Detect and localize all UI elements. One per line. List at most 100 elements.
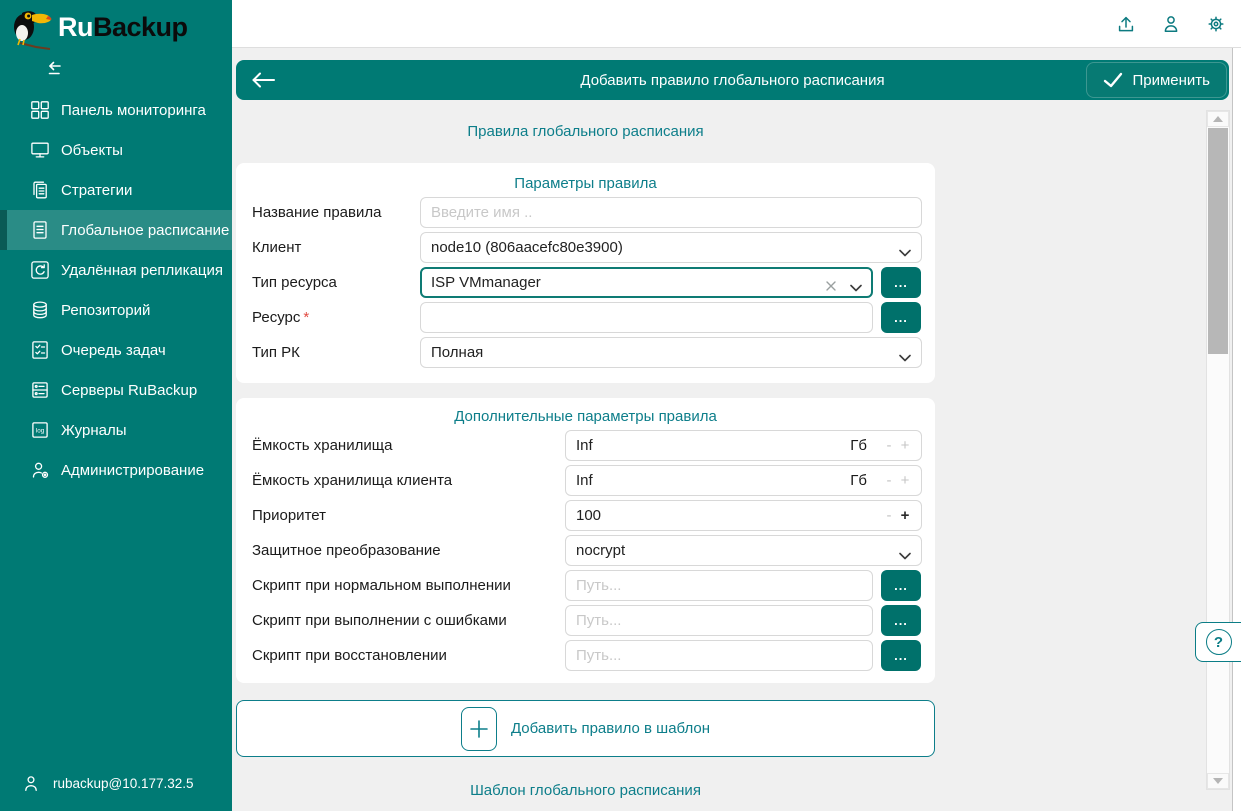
script-restore-row: Скрипт при восстановлении ... [236,638,935,673]
check-icon [1103,72,1123,88]
rule-params-title: Параметры правила [236,163,935,195]
sidebar-item-servers[interactable]: Серверы RuBackup [0,370,232,410]
required-mark: * [303,309,309,326]
rule-name-input[interactable] [421,198,921,227]
script-restore-browse-button[interactable]: ... [881,640,921,671]
section-title-template: Шаблон глобального расписания [236,782,935,799]
decrement-button[interactable]: - [881,437,897,454]
sidebar-item-strategies[interactable]: Стратегии [0,170,232,210]
svg-text:log: log [36,427,45,434]
plus-icon [461,707,497,751]
rule-params-card: Параметры правила Название правила Клиен… [236,163,935,383]
priority-spinbox[interactable]: 100 - + [565,500,922,531]
script-success-label: Скрипт при нормальном выполнении [252,568,511,603]
scroll-down-button[interactable] [1207,773,1229,789]
sidebar-item-administration[interactable]: Администрирование [0,450,232,490]
backup-type-label: Тип РК [252,335,300,370]
repository-icon [30,300,50,320]
crypto-select[interactable]: nocrypt [565,535,922,566]
sidebar-item-label: Журналы [61,422,127,439]
storage-capacity-spinbox[interactable]: Inf Гб - + [565,430,922,461]
chevron-down-icon [899,244,911,252]
increment-button[interactable]: + [897,437,913,454]
sidebar-item-label: Стратегии [61,182,132,199]
upload-icon[interactable] [1115,13,1137,35]
script-restore-input[interactable] [566,641,872,670]
sidebar-item-dashboard[interactable]: Панель мониторинга [0,90,232,130]
sidebar-item-task-queue[interactable]: Очередь задач [0,330,232,370]
add-rule-to-template-label: Добавить правило в шаблон [511,720,710,737]
resource-type-combo[interactable]: ISP VMmanager [420,267,873,298]
client-storage-capacity-row: Ёмкость хранилища клиента Inf Гб - + [236,463,935,498]
question-mark-icon: ? [1206,629,1232,655]
sidebar-footer[interactable]: rubackup@10.177.32.5 [0,763,232,803]
toucan-logo-icon [6,3,54,51]
script-error-browse-button[interactable]: ... [881,605,921,636]
replication-icon [30,260,50,280]
resource-browse-button[interactable]: ... [881,302,921,333]
client-storage-capacity-spinbox[interactable]: Inf Гб - + [565,465,922,496]
sidebar-item-label: Репозиторий [61,302,150,319]
chevron-down-icon [899,547,911,555]
apply-button-label: Применить [1132,72,1210,89]
sidebar-collapse-icon[interactable] [44,58,66,80]
increment-button[interactable]: + [897,472,913,489]
storage-capacity-label: Ёмкость хранилища [252,428,392,463]
resource-row: Ресурс* ... [236,300,935,335]
help-button[interactable]: ? [1195,622,1241,662]
script-error-input[interactable] [566,606,872,635]
settings-icon[interactable] [1205,13,1227,35]
clear-icon[interactable] [826,278,836,288]
script-success-row: Скрипт при нормальном выполнении ... [236,568,935,603]
script-success-input-wrap [565,570,873,601]
script-success-input[interactable] [566,571,872,600]
script-error-label: Скрипт при выполнении с ошибками [252,603,507,638]
user-icon[interactable] [1160,13,1182,35]
crypto-row: Защитное преобразование nocrypt [236,533,935,568]
rule-name-row: Название правила [236,195,935,230]
resource-input[interactable] [421,303,872,332]
sidebar-item-label: Администрирование [61,462,204,479]
add-rule-to-template-button[interactable]: Добавить правило в шаблон [236,700,935,757]
scrollbar-thumb[interactable] [1208,128,1228,354]
sidebar-item-repository[interactable]: Репозиторий [0,290,232,330]
decrement-button[interactable]: - [881,507,897,524]
script-restore-label: Скрипт при восстановлении [252,638,447,673]
resource-type-browse-button[interactable]: ... [881,267,921,298]
chevron-down-icon[interactable] [850,279,862,287]
script-success-browse-button[interactable]: ... [881,570,921,601]
client-select-value: node10 (806aacefc80e3900) [431,239,899,256]
additional-params-card: Дополнительные параметры правила Ёмкость… [236,398,935,683]
sidebar: RuBackup Панель мониторинга Объекты Стра… [0,0,232,811]
chevron-down-icon [899,349,911,357]
resource-input-wrap [420,302,873,333]
priority-row: Приоритет 100 - + [236,498,935,533]
sidebar-item-global-schedule[interactable]: Глобальное расписание [0,210,232,250]
sidebar-item-label: Глобальное расписание [61,222,229,239]
decrement-button[interactable]: - [881,472,897,489]
script-restore-input-wrap [565,640,873,671]
apply-button[interactable]: Применить [1086,62,1227,98]
logo: RuBackup [6,2,188,52]
dashboard-icon [30,100,50,120]
sidebar-nav: Панель мониторинга Объекты Стратегии Гло… [0,90,232,490]
priority-value: 100 [576,507,881,524]
crypto-value: nocrypt [576,542,899,559]
backup-type-select[interactable]: Полная [420,337,922,368]
scroll-up-button[interactable] [1207,111,1229,127]
rubackup-app: RuBackup Панель мониторинга Объекты Стра… [0,0,1241,811]
rule-name-label: Название правила [252,195,381,230]
triangle-down-icon [1213,778,1223,784]
action-bar: Добавить правило глобального расписания … [236,60,1229,100]
increment-button[interactable]: + [897,507,913,524]
sidebar-item-logs[interactable]: log Журналы [0,410,232,450]
backup-type-value: Полная [431,344,899,361]
monitor-icon [30,140,50,160]
unit-label: Гб [850,472,867,489]
client-select[interactable]: node10 (806aacefc80e3900) [420,232,922,263]
sidebar-item-objects[interactable]: Объекты [0,130,232,170]
logo-text-ru: Ru [58,12,93,42]
vertical-scrollbar[interactable] [1206,110,1230,790]
crypto-label: Защитное преобразование [252,533,441,568]
sidebar-item-remote-replication[interactable]: Удалённая репликация [0,250,232,290]
